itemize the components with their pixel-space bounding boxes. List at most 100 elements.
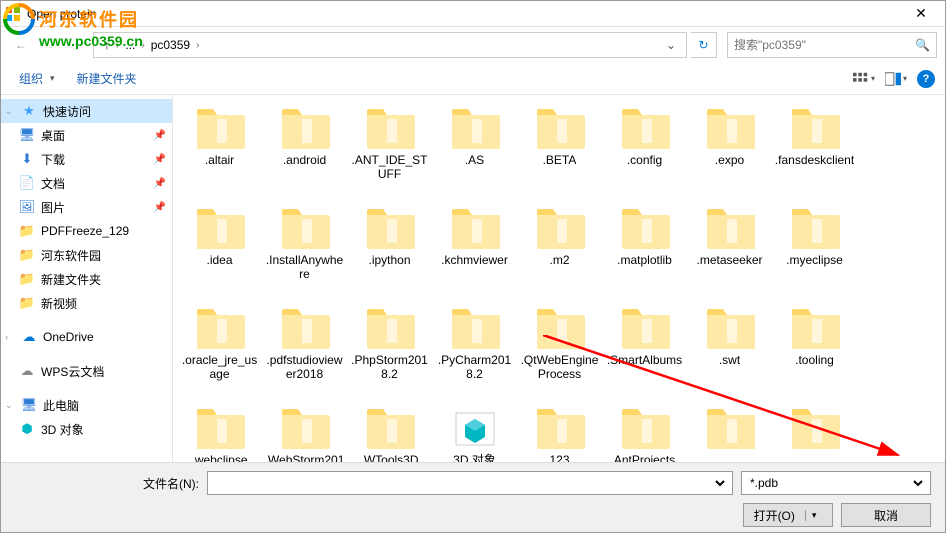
search-icon: 🔍	[915, 38, 930, 52]
up-button[interactable]: ↑	[65, 33, 89, 57]
filename-input[interactable]	[207, 471, 733, 495]
file-item[interactable]: .oracle_jre_usage	[177, 303, 262, 403]
sidebar-item-folder[interactable]: 📁PDFFreeze_129	[1, 219, 172, 243]
breadcrumb-up[interactable]: ↑	[98, 38, 116, 52]
sidebar-item-folder[interactable]: 📁河东软件园	[1, 243, 172, 267]
file-item[interactable]	[687, 403, 772, 465]
open-button[interactable]: 打开(O)	[743, 503, 833, 527]
file-label: .matplotlib	[617, 253, 672, 267]
new-folder-button[interactable]: 新建文件夹	[69, 66, 145, 91]
breadcrumb[interactable]: ↑› ...› pc0359› ⌄	[93, 32, 687, 58]
cancel-button[interactable]: 取消	[841, 503, 931, 527]
forward-button[interactable]: →	[37, 33, 61, 57]
file-item[interactable]: 3D 对象	[432, 403, 517, 465]
sidebar-item-pictures[interactable]: 🖼图片📌	[1, 195, 172, 219]
filetype-select[interactable]: *.pdb	[741, 471, 931, 495]
file-item[interactable]: .WTools3D	[347, 403, 432, 465]
file-item[interactable]: .myeclipse	[772, 203, 857, 303]
file-label: .expo	[715, 153, 744, 167]
file-label: .tooling	[795, 353, 834, 367]
file-item[interactable]: .webclipse	[177, 403, 262, 465]
file-label: .myeclipse	[786, 253, 843, 267]
sidebar-item-desktop[interactable]: 🖥桌面📌	[1, 123, 172, 147]
view-icons-button[interactable]: ▾	[853, 69, 875, 89]
breadcrumb-dropdown[interactable]: ⌄	[660, 38, 682, 52]
refresh-button[interactable]: ↻	[691, 32, 717, 58]
file-item[interactable]: .metaseeker	[687, 203, 772, 303]
file-item[interactable]: .m2	[517, 203, 602, 303]
file-label: .android	[283, 153, 326, 167]
file-label: .altair	[205, 153, 234, 167]
sidebar-item-folder[interactable]: 📁新建文件夹	[1, 267, 172, 291]
sidebar-onedrive[interactable]: ›☁OneDrive	[1, 325, 172, 349]
window-title: Open protein	[27, 7, 901, 21]
bottom-bar: 文件名(N): *.pdb 打开(O) 取消	[1, 462, 945, 532]
file-item[interactable]: .SmartAlbums	[602, 303, 687, 403]
file-item[interactable]: .altair	[177, 103, 262, 203]
file-label: .config	[627, 153, 662, 167]
sidebar-item-documents[interactable]: 📄文档📌	[1, 171, 172, 195]
file-item[interactable]: .PhpStorm2018.2	[347, 303, 432, 403]
search-box[interactable]: 🔍	[727, 32, 937, 58]
file-label: .swt	[719, 353, 740, 367]
file-label: .metaseeker	[696, 253, 762, 267]
file-item[interactable]: .BETA	[517, 103, 602, 203]
sidebar-wps[interactable]: ☁WPS云文档	[1, 359, 172, 383]
file-item[interactable]: .pdfstudioviewer2018	[262, 303, 347, 403]
file-item[interactable]: .idea	[177, 203, 262, 303]
file-item[interactable]: .matplotlib	[602, 203, 687, 303]
pin-icon: 📌	[154, 154, 166, 165]
file-label: .BETA	[543, 153, 577, 167]
toolbar: 组织 新建文件夹 ▾ ▾ ?	[1, 63, 945, 95]
breadcrumb-item[interactable]: pc0359	[145, 38, 196, 52]
pin-icon: 📌	[154, 202, 166, 213]
back-button[interactable]: ←	[9, 33, 33, 57]
filename-label: 文件名(N):	[143, 475, 199, 492]
pin-icon: 📌	[154, 178, 166, 189]
sidebar-item-folder[interactable]: 📁新视频	[1, 291, 172, 315]
titlebar: Open protein ✕	[1, 1, 945, 27]
file-item[interactable]: .InstallAnywhere	[262, 203, 347, 303]
help-button[interactable]: ?	[917, 70, 935, 88]
file-list: .altair .android .ANT_IDE_STUFF .AS .BETA .co…	[173, 95, 945, 465]
file-label: .m2	[549, 253, 569, 267]
sidebar: ⌄★快速访问 🖥桌面📌 ⬇下载📌 📄文档📌 🖼图片📌 📁PDFFreeze_12…	[1, 95, 173, 465]
preview-pane-button[interactable]: ▾	[885, 69, 907, 89]
sidebar-thispc[interactable]: ⌄🖥此电脑	[1, 393, 172, 417]
file-item[interactable]: .kchmviewer	[432, 203, 517, 303]
file-item[interactable]: .config	[602, 103, 687, 203]
file-item[interactable]: 123	[517, 403, 602, 465]
pin-icon: 📌	[154, 130, 166, 141]
file-label: .ANT_IDE_STUFF	[349, 153, 430, 182]
file-item[interactable]: .ANT_IDE_STUFF	[347, 103, 432, 203]
file-item[interactable]: .tooling	[772, 303, 857, 403]
file-label: .AS	[465, 153, 484, 167]
file-label: .InstallAnywhere	[264, 253, 345, 282]
file-item[interactable]: .ipython	[347, 203, 432, 303]
file-item[interactable]: .android	[262, 103, 347, 203]
file-item[interactable]: .swt	[687, 303, 772, 403]
file-item[interactable]: .WebStorm2018.2	[262, 403, 347, 465]
close-button[interactable]: ✕	[901, 3, 941, 25]
sidebar-quick-access[interactable]: ⌄★快速访问	[1, 99, 172, 123]
file-item[interactable]: .QtWebEngineProcess	[517, 303, 602, 403]
file-label: .SmartAlbums	[607, 353, 682, 367]
file-label: .pdfstudioviewer2018	[264, 353, 345, 382]
file-label: .idea	[206, 253, 232, 267]
organize-menu[interactable]: 组织	[11, 66, 63, 91]
file-item[interactable]: .PyCharm2018.2	[432, 303, 517, 403]
file-label: .kchmviewer	[441, 253, 508, 267]
app-icon	[5, 6, 21, 22]
file-item[interactable]: AntProjects	[602, 403, 687, 465]
file-label: .QtWebEngineProcess	[519, 353, 600, 382]
sidebar-3d-objects[interactable]: ⬢3D 对象	[1, 417, 172, 441]
file-item[interactable]: .AS	[432, 103, 517, 203]
navbar: ← → ↑ ↑› ...› pc0359› ⌄ ↻ 🔍	[1, 27, 945, 63]
file-item[interactable]: .expo	[687, 103, 772, 203]
file-item[interactable]: .fansdeskclient	[772, 103, 857, 203]
file-item[interactable]	[772, 403, 857, 465]
sidebar-item-downloads[interactable]: ⬇下载📌	[1, 147, 172, 171]
search-input[interactable]	[734, 38, 915, 52]
breadcrumb-item[interactable]: ...	[119, 38, 141, 52]
file-label: .PhpStorm2018.2	[349, 353, 430, 382]
